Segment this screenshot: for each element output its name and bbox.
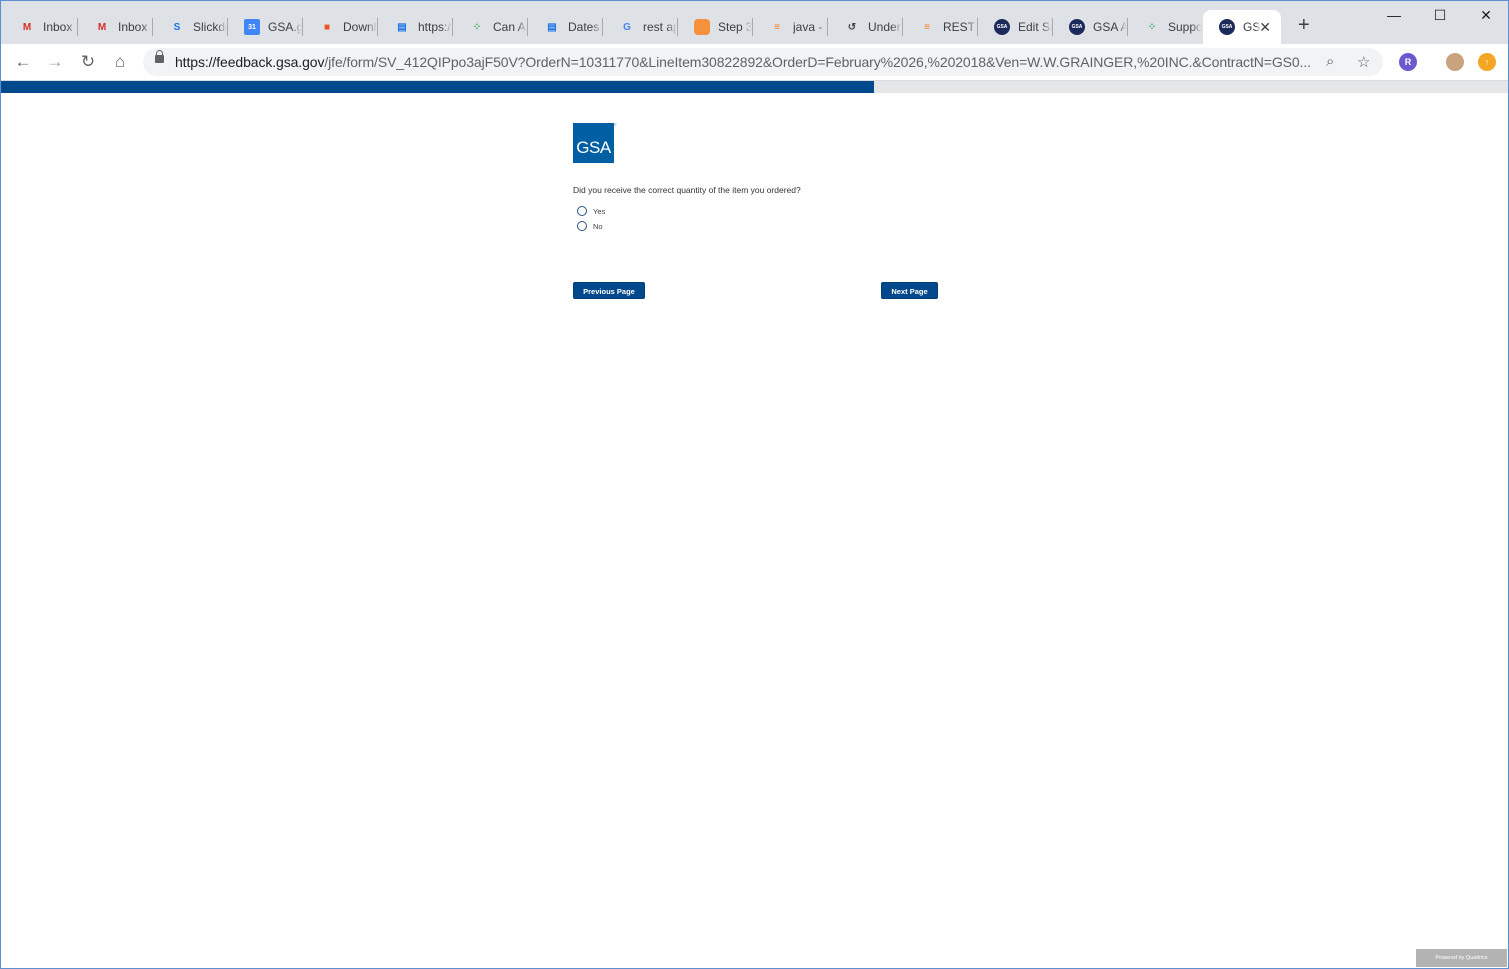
browser-tab[interactable]: Step 3 — [678, 10, 753, 44]
maximize-button[interactable]: ☐ — [1417, 7, 1463, 27]
zoom-icon[interactable]: ⌕ — [1326, 53, 1334, 70]
browser-tab-label: Edit Su — [1018, 20, 1052, 34]
browser-tab[interactable]: ⁘ Suppo — [1128, 10, 1203, 44]
browser-tab-label: Under — [868, 20, 901, 34]
browser-tab[interactable]: ■ Downl — [303, 10, 378, 44]
survey-progress-fill — [1, 81, 874, 93]
browser-tab[interactable]: GSA GS ✕ — [1203, 10, 1281, 44]
browser-tab[interactable]: ≡ java - — [753, 10, 828, 44]
close-tab-icon[interactable]: ✕ — [1259, 19, 1271, 36]
browser-tab-label: Downl — [343, 20, 377, 34]
previous-page-button[interactable]: Previous Page — [573, 282, 645, 299]
gsa-logo: GSA — [573, 123, 614, 163]
minimize-button[interactable]: — — [1371, 7, 1417, 27]
browser-tab[interactable]: ⁘ Can Al — [453, 10, 528, 44]
browser-tab[interactable]: ▤ Dates — [528, 10, 603, 44]
swirl-icon: ↺ — [847, 21, 857, 33]
powered-by-badge[interactable]: Powered by Qualtrics — [1416, 949, 1507, 967]
google-icon: G — [623, 21, 631, 33]
browser-tab[interactable]: Grest ap — [603, 10, 678, 44]
home-icon[interactable]: ⌂ — [110, 52, 130, 72]
gsa-seal-icon: GSA — [1069, 19, 1085, 35]
browser-tab-label: Dates — [568, 20, 600, 34]
radio-yes[interactable] — [577, 206, 587, 216]
stackoverflow-icon: ≡ — [924, 21, 930, 33]
url-text: https://feedback.gsa.gov/jfe/form/SV_412… — [175, 54, 1311, 70]
calendar-icon: 31 — [244, 19, 260, 35]
orange-square-icon — [694, 19, 710, 35]
dots-icon: ⁘ — [472, 21, 482, 33]
gsa-seal-icon: GSA — [994, 19, 1010, 35]
tab-strip: + — ☐ ✕ M Inbox M Inbox S Slickde 31 GSA.g ■ Down… — [1, 1, 1508, 44]
dots-icon: ⁘ — [1147, 21, 1157, 33]
question-text: Did you receive the correct quantity of … — [573, 185, 801, 195]
url-host: https://feedback.gsa.gov — [175, 54, 325, 70]
stackoverflow-icon: ≡ — [774, 21, 780, 33]
browser-tab-label: Inbox — [118, 20, 148, 34]
browser-tab-label: rest ap — [643, 20, 677, 34]
browser-toolbar: ← → ↻ ⌂ https://feedback.gsa.gov/jfe/for… — [1, 44, 1508, 81]
browser-tab[interactable]: GSA Edit Su — [978, 10, 1053, 44]
browser-tab[interactable]: ↺ Under — [828, 10, 903, 44]
browser-tab[interactable]: GSA GSA A — [1053, 10, 1128, 44]
browser-tab[interactable]: ≡ REST A — [903, 10, 978, 44]
address-bar[interactable]: https://feedback.gsa.gov/jfe/form/SV_412… — [143, 48, 1383, 76]
choice-yes[interactable]: Yes — [577, 206, 605, 216]
browser-tab[interactable]: S Slickde — [153, 10, 228, 44]
gmail-icon: M — [97, 21, 107, 33]
choice-yes-label: Yes — [593, 206, 606, 216]
browser-tab-label: GSA A — [1093, 20, 1127, 34]
url-path: /jfe/form/SV_412QIPpo3ajF50V?OrderN=1031… — [324, 54, 1311, 70]
browser-tab-label: java - — [793, 20, 823, 34]
choice-no-label: No — [593, 221, 603, 231]
survey-progress-bar — [1, 81, 1508, 93]
browser-tab[interactable]: M Inbox — [78, 10, 153, 44]
reader-icon: ▤ — [397, 21, 407, 33]
slickdeals-icon: S — [173, 21, 181, 33]
new-tab-button[interactable]: + — [1298, 15, 1310, 35]
update-icon[interactable]: ↑ — [1478, 53, 1496, 71]
reader-icon: ▤ — [547, 21, 557, 33]
next-page-button[interactable]: Next Page — [881, 282, 938, 299]
browser-tab-label: Inbox — [43, 20, 73, 34]
reload-icon[interactable]: ↻ — [78, 52, 98, 72]
browser-tab[interactable]: ▤ https:/ — [378, 10, 453, 44]
browser-tab-label: Can Al — [493, 20, 527, 34]
close-window-button[interactable]: ✕ — [1463, 7, 1509, 27]
browser-tab[interactable]: 31 GSA.g — [228, 10, 303, 44]
bookmark-star-icon[interactable]: ☆ — [1357, 53, 1370, 71]
profile-avatar-icon[interactable] — [1446, 53, 1464, 71]
browser-tab-label: Step 3 — [718, 20, 752, 34]
microsoft-icon: ■ — [323, 21, 331, 33]
browser-tab-label: Slickde — [193, 20, 227, 34]
browser-tab-label: Suppo — [1168, 20, 1202, 34]
lock-icon — [155, 50, 164, 63]
browser-tab-label: REST A — [943, 20, 977, 34]
browser-tab[interactable]: M Inbox — [3, 10, 78, 44]
browser-tab-label: GSA.g — [268, 20, 302, 34]
gsa-seal-icon: GSA — [1219, 19, 1235, 35]
browser-tab-label: https:/ — [418, 20, 451, 34]
forward-arrow-icon[interactable]: → — [45, 52, 65, 72]
gmail-icon: M — [22, 21, 32, 33]
browser-window: + — ☐ ✕ M Inbox M Inbox S Slickde 31 GSA.g ■ Down… — [0, 0, 1509, 969]
radio-no[interactable] — [577, 221, 587, 231]
extension-icon[interactable]: R — [1399, 53, 1417, 71]
back-arrow-icon[interactable]: ← — [13, 52, 33, 72]
choice-no[interactable]: No — [577, 221, 603, 231]
registered-mark: ® — [614, 122, 617, 127]
